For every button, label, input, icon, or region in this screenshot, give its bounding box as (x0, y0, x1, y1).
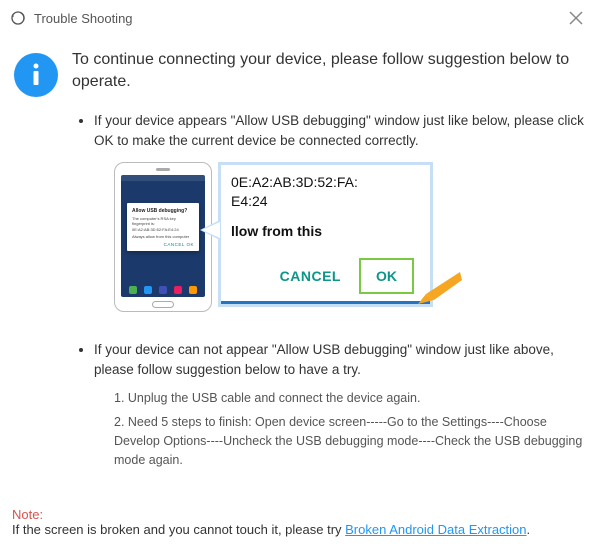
app-icon (10, 10, 26, 26)
header-row: To continue connecting your device, plea… (12, 49, 588, 97)
titlebar: Trouble Shooting (0, 0, 600, 37)
close-button[interactable] (564, 6, 588, 30)
close-icon (569, 11, 583, 25)
dialog-actions: CANCEL OK (132, 242, 194, 247)
zoom-panel: 0E:A2:AB:3D:52:FA: E4:24 llow from this … (218, 162, 433, 307)
phone-dock (121, 283, 205, 297)
footer-text-after: . (527, 522, 531, 537)
dialog-title: Allow USB debugging? (132, 208, 194, 214)
instruction-list: If your device appears "Allow USB debugg… (68, 111, 588, 471)
dialog-body: The computer's RSA key fingerprint is: 0… (132, 216, 194, 232)
phone-home-button (152, 301, 174, 308)
steps: 1. Unplug the USB cable and connect the … (114, 389, 588, 471)
zoom-mac-line1: 0E:A2:AB:3D:52:FA: (231, 173, 420, 192)
callout-pointer (200, 220, 220, 240)
zoom-body-text: llow from this (231, 223, 420, 239)
titlebar-left: Trouble Shooting (10, 10, 133, 26)
illustration: Allow USB debugging? The computer's RSA … (114, 162, 434, 312)
bullet-1-text: If your device appears "Allow USB debugg… (94, 111, 588, 150)
step-2: 2. Need 5 steps to finish: Open device s… (114, 413, 588, 471)
window-title: Trouble Shooting (34, 11, 133, 26)
broken-android-link[interactable]: Broken Android Data Extraction (345, 522, 526, 537)
list-item: If your device appears "Allow USB debugg… (94, 111, 588, 312)
info-icon (14, 53, 58, 97)
zoom-cancel-button: CANCEL (280, 268, 341, 284)
headline-text: To continue connecting your device, plea… (72, 49, 588, 94)
bullet-2-text: If your device can not appear "Allow USB… (94, 340, 588, 379)
note-label: Note: (12, 507, 43, 522)
footer-note: Note: If the screen is broken and you ca… (12, 507, 588, 537)
zoom-ok-button: OK (359, 258, 414, 294)
zoom-mac-line2: E4:24 (231, 192, 420, 211)
phone-mockup: Allow USB debugging? The computer's RSA … (114, 162, 212, 312)
footer-text-before: If the screen is broken and you cannot t… (12, 522, 345, 537)
dialog-check: Always allow from this computer (132, 234, 194, 239)
list-item: If your device can not appear "Allow USB… (94, 340, 588, 471)
zoom-actions: CANCEL OK (280, 258, 414, 294)
phone-screen: Allow USB debugging? The computer's RSA … (121, 175, 205, 297)
step-1: 1. Unplug the USB cable and connect the … (114, 389, 588, 408)
phone-dialog: Allow USB debugging? The computer's RSA … (127, 203, 199, 251)
content: To continue connecting your device, plea… (0, 37, 600, 489)
